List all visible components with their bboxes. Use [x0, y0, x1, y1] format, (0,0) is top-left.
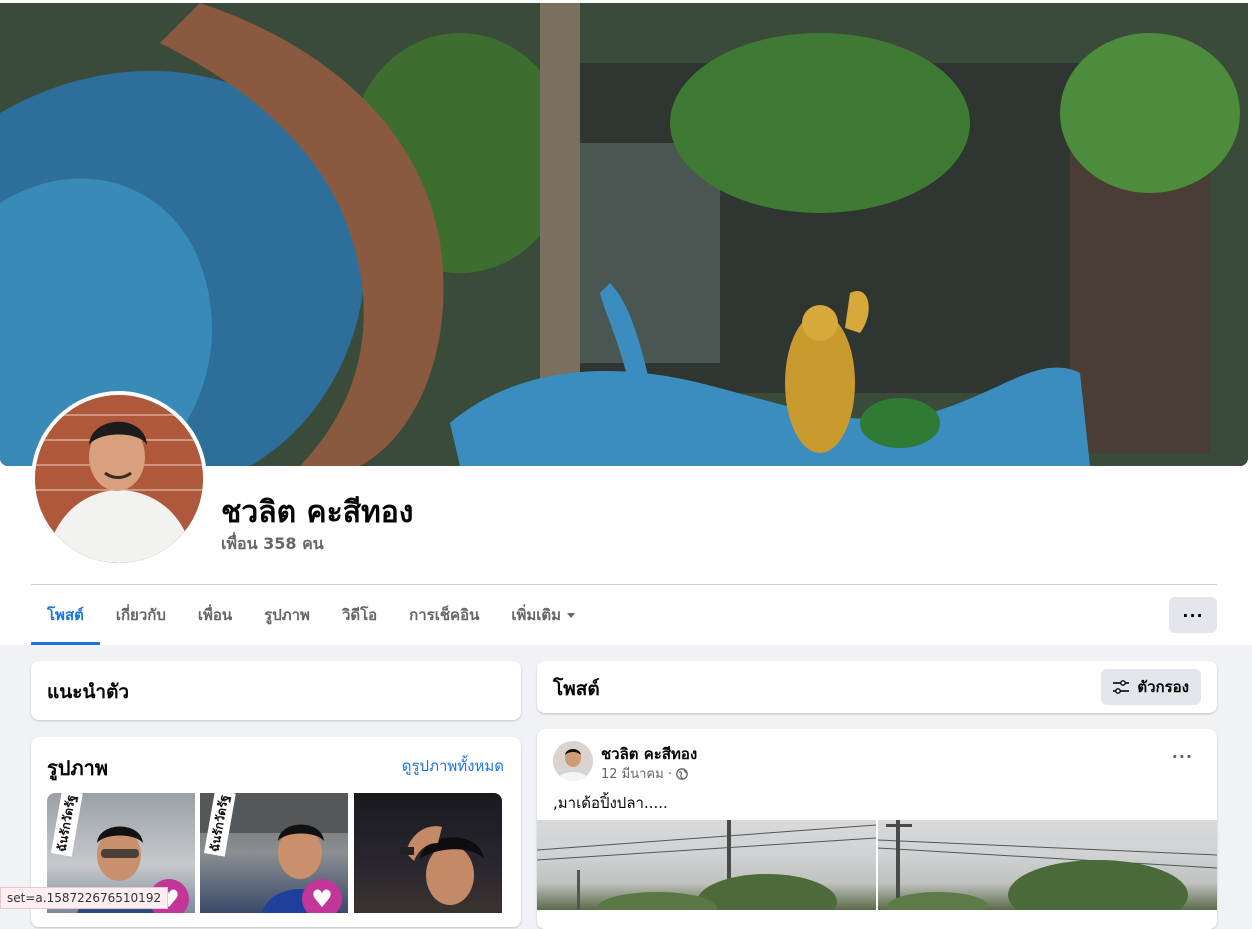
friends-count[interactable]: เพื่อน 358 คน	[221, 532, 324, 557]
post-image[interactable]	[878, 820, 1217, 910]
profile-more-button[interactable]: ···	[1169, 597, 1217, 633]
filter-button[interactable]: ตัวกรอง	[1101, 669, 1201, 705]
tab-friends[interactable]: เพื่อน	[182, 585, 248, 645]
tab-label: เกี่ยวกับ	[115, 606, 166, 624]
tab-videos[interactable]: วิดีโอ	[326, 585, 393, 645]
tab-checkins[interactable]: การเช็คอิน	[393, 585, 495, 645]
tab-label: เพิ่มเติม	[511, 606, 562, 624]
tab-more[interactable]: เพิ่มเติม	[495, 585, 591, 645]
profile-name: ชวลิต คะสีทอง	[221, 495, 414, 530]
photo-thumbnail[interactable]	[354, 793, 502, 913]
cover-photo[interactable]	[0, 3, 1248, 466]
tab-posts[interactable]: โพสต์	[31, 585, 100, 645]
profile-avatar[interactable]	[31, 391, 207, 567]
filter-icon	[1113, 680, 1130, 694]
post-text: ,มาเด้อปิ้งปลา.....	[553, 794, 668, 812]
globe-icon	[676, 767, 688, 780]
avatar-image	[35, 395, 203, 563]
photos-title: รูปภาพ	[47, 756, 109, 780]
posts-header-card: โพสต์ ตัวกรอง	[537, 661, 1217, 713]
see-all-photos-link[interactable]: ดูรูปภาพทั้งหมด	[402, 754, 504, 778]
tab-label: วิดีโอ	[341, 606, 378, 624]
post-options-button[interactable]: ···	[1172, 747, 1193, 766]
tab-about[interactable]: เกี่ยวกับ	[100, 585, 182, 645]
tab-label: โพสต์	[47, 606, 84, 624]
tab-label: การเช็คอิน	[409, 606, 480, 624]
post-image[interactable]	[537, 820, 876, 910]
intro-title: แนะนำตัว	[47, 681, 130, 703]
post-author-avatar[interactable]	[553, 741, 593, 781]
browser-status-bar: set=a.158722676510192	[0, 887, 169, 909]
tab-label: รูปภาพ	[264, 606, 310, 624]
post-card: ชวลิต คะสีทอง 12 มีนาคม · ··· ,มาเด้อปิ้…	[537, 729, 1217, 929]
intro-card: แนะนำตัว	[31, 661, 521, 720]
filter-label: ตัวกรอง	[1137, 678, 1189, 696]
posts-title: โพสต์	[553, 678, 600, 700]
profile-tabs: โพสต์ เกี่ยวกับ เพื่อน รูปภาพ วิดีโอ การ…	[31, 585, 591, 645]
post-meta: 12 มีนาคม ·	[601, 763, 688, 784]
heart-icon: ♥	[302, 879, 342, 913]
cover-illustration	[0, 3, 1248, 466]
photo-thumbnail[interactable]: ฉันรักวัดรัฐ ♥	[200, 793, 348, 913]
tab-photos[interactable]: รูปภาพ	[248, 585, 326, 645]
post-date[interactable]: 12 มีนาคม ·	[601, 763, 672, 784]
post-photo	[878, 820, 1217, 910]
photo-image	[400, 826, 484, 905]
post-photo	[537, 820, 876, 910]
caret-down-icon	[567, 612, 576, 618]
avatar-image	[553, 741, 593, 781]
tab-label: เพื่อน	[197, 606, 233, 624]
